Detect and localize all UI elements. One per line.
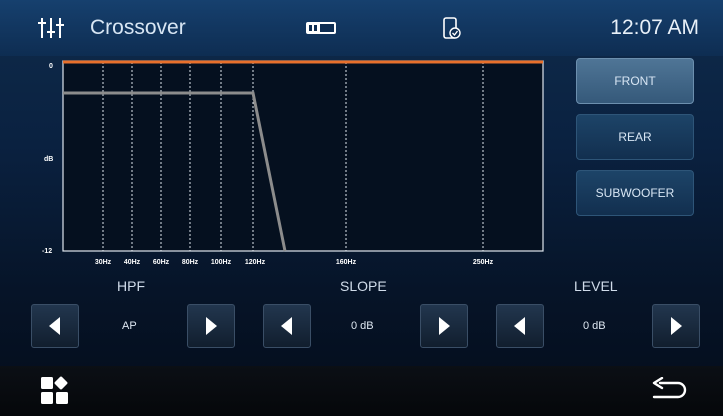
- level-label: LEVEL: [574, 278, 618, 294]
- top-bar: Crossover 12:07 AM: [0, 0, 723, 56]
- slope-value: 0 dB: [351, 320, 374, 332]
- level-increase-button[interactable]: [652, 304, 700, 348]
- subwoofer-button[interactable]: SUBWOOFER: [576, 170, 694, 216]
- right-arrow-icon: [439, 317, 450, 335]
- slope-decrease-button[interactable]: [263, 304, 311, 348]
- hpf-decrease-button[interactable]: [31, 304, 79, 348]
- apps-icon[interactable]: [40, 376, 70, 406]
- level-value: 0 dB: [583, 320, 606, 332]
- y-label-db: dB: [44, 156, 53, 163]
- phone-link-icon: [443, 17, 461, 39]
- slope-label: SLOPE: [340, 278, 387, 294]
- graph-frame: [62, 60, 544, 252]
- x-label-100hz: 100Hz: [211, 259, 232, 266]
- hpf-value: AP: [122, 320, 137, 332]
- hpf-label: HPF: [117, 278, 145, 294]
- level-decrease-button[interactable]: [496, 304, 544, 348]
- x-label-60hz: 60Hz: [153, 259, 170, 266]
- front-button[interactable]: FRONT: [576, 58, 694, 104]
- rear-button[interactable]: REAR: [576, 114, 694, 160]
- x-label-30hz: 30Hz: [95, 259, 112, 266]
- slope-increase-button[interactable]: [420, 304, 468, 348]
- bottom-bar: [0, 366, 723, 416]
- equalizer-icon[interactable]: [38, 17, 64, 39]
- x-label-250hz: 250Hz: [473, 259, 494, 266]
- x-label-160hz: 160Hz: [336, 259, 357, 266]
- left-arrow-icon: [281, 317, 292, 335]
- y-label-top: 0: [49, 63, 53, 70]
- crossover-graph: 0 dB -12 30Hz 40Hz 60Hz 80Hz 100Hz 120Hz…: [0, 58, 560, 278]
- y-label-bottom: -12: [42, 248, 52, 255]
- clock: 12:07 AM: [610, 16, 699, 39]
- hpf-increase-button[interactable]: [187, 304, 235, 348]
- right-arrow-icon: [206, 317, 217, 335]
- right-arrow-icon: [671, 317, 682, 335]
- page-title: Crossover: [90, 16, 186, 39]
- x-label-40hz: 40Hz: [124, 259, 141, 266]
- x-label-120hz: 120Hz: [245, 259, 266, 266]
- sd-card-icon: [306, 22, 336, 34]
- left-arrow-icon: [514, 317, 525, 335]
- back-icon[interactable]: [650, 377, 688, 407]
- x-label-80hz: 80Hz: [182, 259, 199, 266]
- left-arrow-icon: [49, 317, 60, 335]
- crossover-screen: Crossover 12:07 AM 0 dB -12 30Hz 40Hz 60…: [0, 0, 723, 416]
